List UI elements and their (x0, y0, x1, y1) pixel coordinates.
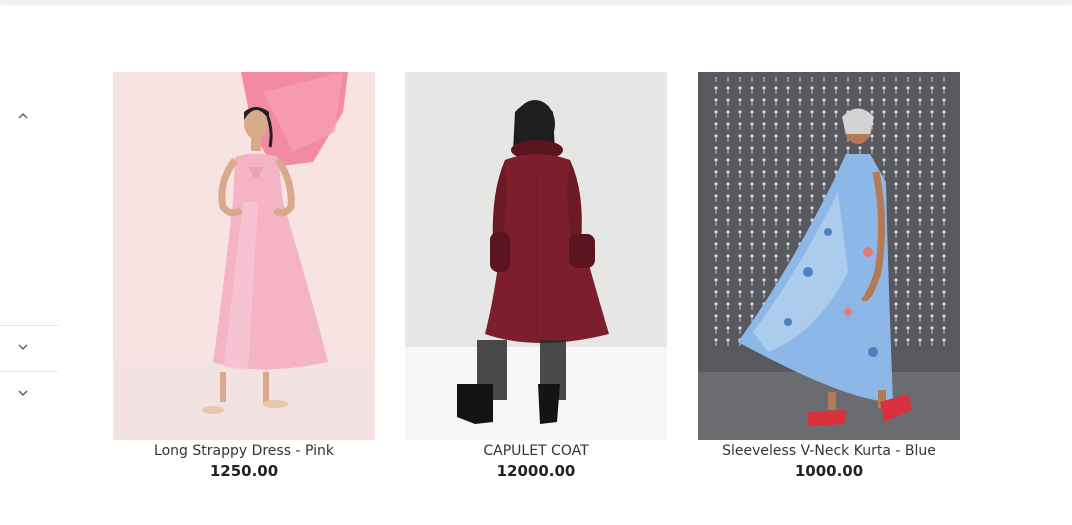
filter-sidebar (0, 0, 58, 525)
chevron-down-icon[interactable] (16, 342, 30, 352)
product-title[interactable]: Long Strappy Dress - Pink (113, 442, 375, 461)
pink-dress-photo[interactable] (113, 72, 375, 440)
chevron-down-icon[interactable] (16, 388, 30, 398)
product-price: 1000.00 (794, 462, 864, 480)
product-card[interactable]: Long Strappy Dress - Pink 1250.00 (113, 72, 375, 481)
product-title[interactable]: Sleeveless V-Neck Kurta - Blue (698, 442, 960, 461)
product-card[interactable]: Sleeveless V-Neck Kurta - Blue 1000.00 (698, 72, 960, 481)
product-title[interactable]: CAPULET COAT (405, 442, 667, 461)
product-price: 12000.00 (496, 462, 576, 480)
filter-divider (0, 371, 58, 372)
product-price: 1250.00 (209, 462, 279, 480)
top-header-bar (0, 0, 1072, 4)
product-card[interactable]: CAPULET COAT 12000.00 (405, 72, 667, 481)
chevron-up-icon[interactable] (16, 110, 30, 120)
burgundy-coat-photo[interactable] (405, 72, 667, 440)
blue-kurta-photo[interactable] (698, 72, 960, 440)
filter-divider (0, 325, 58, 326)
